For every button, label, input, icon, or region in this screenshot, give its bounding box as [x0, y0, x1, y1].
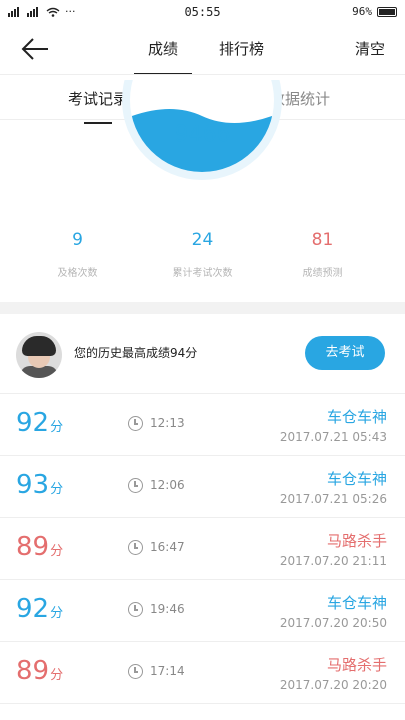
record-date: 2017.07.21 05:43: [279, 430, 387, 444]
record-score: 92分: [16, 594, 63, 624]
score-number: 89: [16, 532, 50, 562]
record-title: 车仓车神: [326, 408, 387, 426]
clear-button[interactable]: 清空: [355, 38, 385, 59]
score-number: 92: [16, 594, 50, 624]
record-score: 89分: [16, 532, 63, 562]
battery-percent: 96%: [352, 5, 372, 18]
score-unit: 分: [50, 544, 64, 559]
record-score: 89分: [16, 656, 63, 686]
record-title: 马路杀手: [326, 532, 387, 550]
record-date: 2017.07.20 20:50: [279, 616, 387, 630]
score-unit: 分: [50, 420, 64, 435]
record-date: 2017.07.20 21:11: [279, 554, 387, 568]
tab-exam-records[interactable]: 考试记录: [68, 88, 128, 124]
stat-prediction: 81 成绩预测: [255, 230, 390, 279]
avatar[interactable]: [16, 332, 62, 378]
back-arrow-icon[interactable]: [20, 36, 50, 62]
record-date: 2017.07.21 05:26: [279, 492, 387, 506]
score-unit: 分: [50, 668, 64, 683]
score-unit: 分: [50, 482, 64, 497]
best-score-text: 您的历史最高成绩94分: [74, 346, 198, 360]
stat-value: 24: [191, 230, 214, 250]
record-score: 92分: [16, 408, 63, 438]
clock-icon: [128, 416, 143, 431]
record-row[interactable]: 89分 16:47 马路杀手 2017.07.20 21:11: [0, 518, 405, 580]
stat-value: 9: [72, 230, 83, 250]
tab-leaderboard[interactable]: 排行榜: [219, 38, 264, 59]
stat-pass-count: 9 及格次数: [10, 230, 145, 279]
record-duration: 16:47: [150, 540, 185, 554]
exam-record-list: 92分 12:13 车仓车神 2017.07.21 05:43 93分 12:0…: [0, 394, 405, 704]
record-title: 车仓车神: [326, 470, 387, 488]
stat-label: 成绩预测: [302, 268, 343, 279]
status-bar: ··· 05:55 96%: [0, 0, 405, 24]
record-row[interactable]: 89分 17:14 马路杀手 2017.07.20 20:20: [0, 642, 405, 704]
stat-total-exams: 24 累计考试次数: [135, 230, 270, 279]
clock-icon: [128, 478, 143, 493]
status-time: 05:55: [184, 5, 221, 19]
record-row[interactable]: 93分 12:06 车仓车神 2017.07.21 05:26: [0, 456, 405, 518]
score-number: 92: [16, 408, 50, 438]
gauge-value: 9466: [174, 122, 231, 147]
score-unit: 分: [50, 606, 64, 621]
stat-value: 81: [311, 230, 334, 250]
record-date: 2017.07.20 20:20: [279, 678, 387, 692]
avatar-hair: [22, 336, 56, 356]
score-gauge: 9466: [120, 80, 285, 190]
clock-icon: [128, 540, 143, 555]
score-number: 93: [16, 470, 50, 500]
record-score: 93分: [16, 470, 63, 500]
tab-scores[interactable]: 成绩: [133, 38, 193, 75]
record-title: 车仓车神: [326, 594, 387, 612]
stat-label: 累计考试次数: [172, 268, 233, 279]
take-exam-button[interactable]: 去考试: [305, 336, 385, 370]
record-row[interactable]: 92分 19:46 车仓车神 2017.07.20 20:50: [0, 580, 405, 642]
clock-icon: [128, 602, 143, 617]
record-duration: 19:46: [150, 602, 185, 616]
clock-icon: [128, 664, 143, 679]
battery-icon: [377, 6, 397, 17]
stat-label: 及格次数: [57, 268, 98, 279]
record-duration: 12:13: [150, 416, 185, 430]
profile-card: 您的历史最高成绩94分 去考试: [0, 314, 405, 394]
section-divider: [0, 302, 405, 314]
top-nav: 成绩 排行榜 清空: [0, 24, 405, 75]
record-duration: 12:06: [150, 478, 185, 492]
record-row[interactable]: 92分 12:13 车仓车神 2017.07.21 05:43: [0, 394, 405, 456]
record-duration: 17:14: [150, 664, 185, 678]
score-number: 89: [16, 656, 50, 686]
stats-row: 9 及格次数 24 累计考试次数 81 成绩预测: [0, 230, 405, 300]
record-title: 马路杀手: [326, 656, 387, 674]
